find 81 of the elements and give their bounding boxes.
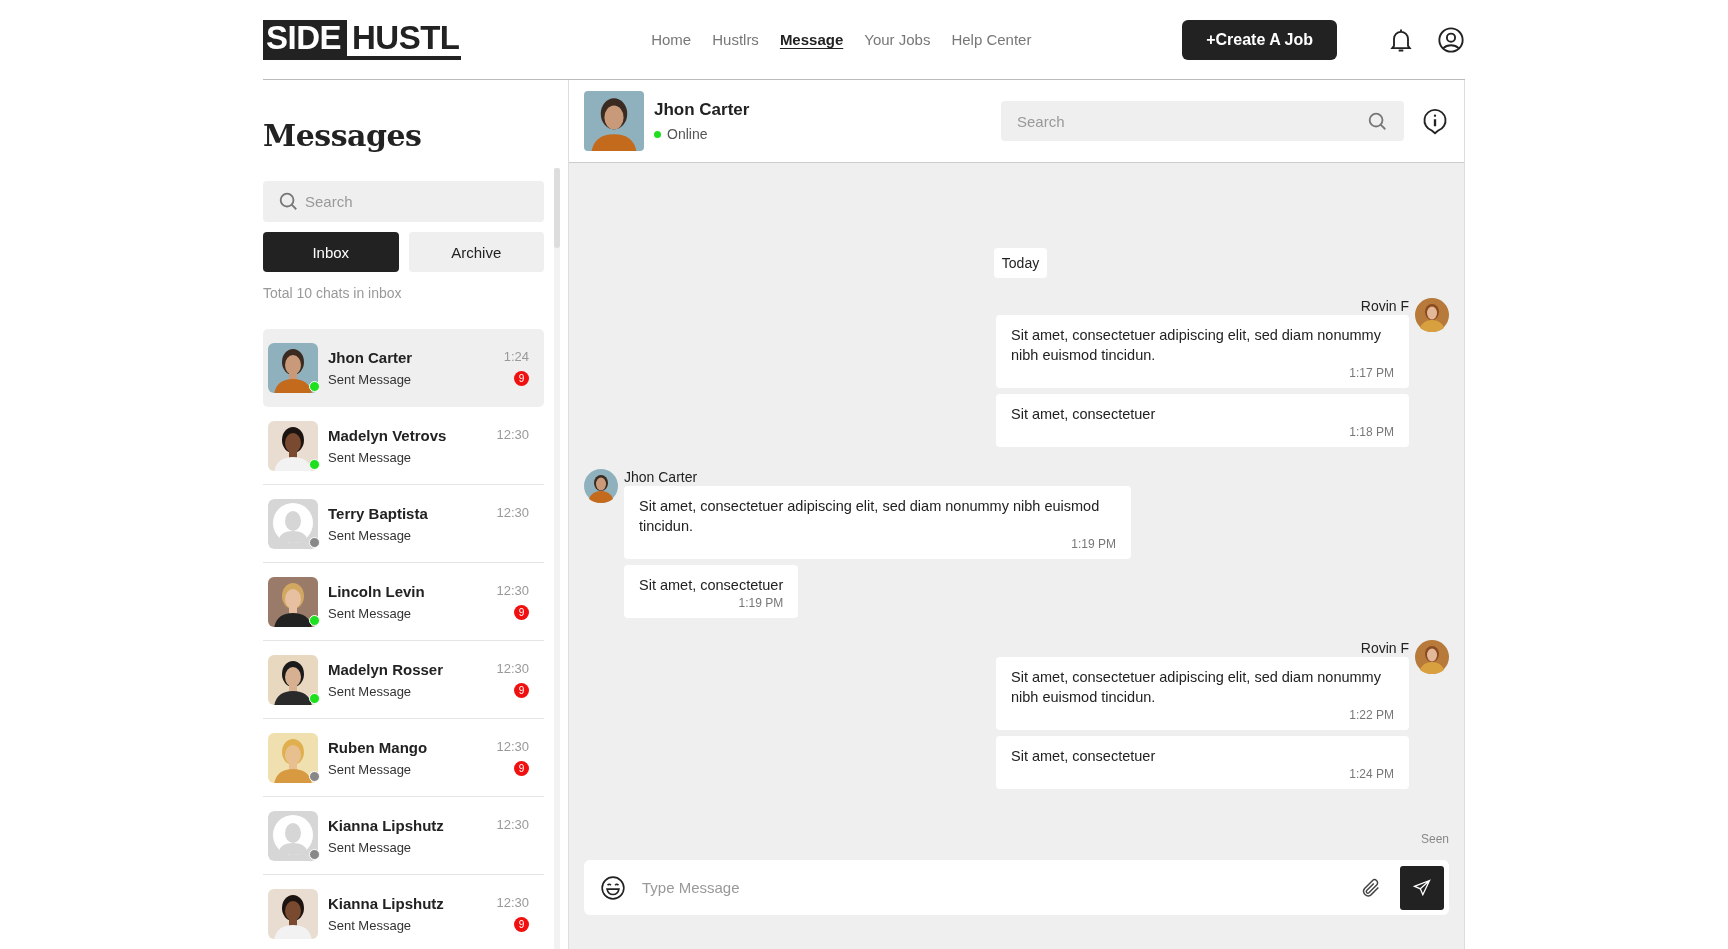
contact-name: Jhon Carter (328, 348, 414, 366)
page-title: Messages (263, 118, 423, 153)
date-label: Today (993, 248, 1048, 278)
message-preview: Sent Message (328, 761, 413, 777)
chat-item[interactable]: Madelyn Rosser Sent Message 12:30 9 (263, 641, 544, 719)
unread-badge: 9 (514, 605, 529, 620)
send-button[interactable] (1400, 865, 1444, 910)
scrollbar[interactable] (554, 168, 560, 949)
info-icon[interactable] (1421, 107, 1449, 135)
message-time: 1:19 PM (738, 595, 784, 611)
nav-link[interactable]: Home (651, 31, 692, 48)
create-job-button[interactable]: +Create A Job (1182, 19, 1337, 60)
message-preview: Sent Message (328, 449, 413, 465)
unread-badge: 9 (514, 371, 529, 386)
message-time: 12:30 (496, 427, 529, 442)
message-text: Sit amet, consectetuer (1011, 747, 1157, 766)
search-field[interactable]: Search (1001, 101, 1404, 141)
nav-link[interactable]: Your Jobs (864, 31, 931, 48)
chat-item[interactable]: Jhon Carter Sent Message 1:24 9 (263, 329, 544, 407)
message-preview: Sent Message (328, 605, 413, 621)
chat-item[interactable]: Ruben Mango Sent Message 12:30 9 (263, 719, 544, 797)
contact-name: Ruben Mango (328, 738, 429, 756)
avatar-placeholder-icon (268, 498, 318, 549)
message-preview: Sent Message (328, 527, 413, 543)
chat-item[interactable]: Kianna Lipshutz Sent Message 12:30 9 (263, 875, 544, 949)
chat-item[interactable]: Lincoln Levin Sent Message 12:30 9 (263, 563, 544, 641)
tab[interactable]: Archive (408, 232, 544, 272)
seen-label: Seen (1420, 832, 1449, 846)
message-text: Sit amet, consectetuer adipiscing elit, sed diam nonummy nibh euismod tincidun. (639, 497, 1101, 536)
message-time: 1:24 PM (1349, 766, 1394, 782)
message-time: 12:30 (496, 817, 529, 832)
message-time: 12:30 (496, 661, 529, 676)
message-text: Sit amet, consectetuer adipiscing elit, sed diam nonummy nibh euismod tincidun. (1011, 326, 1382, 365)
status-text: Online (667, 126, 708, 142)
contact-name: Jhon Carter (654, 100, 751, 120)
message-text: Sit amet, consectetuer adipiscing elit, sed diam nonummy nibh euismod tincidun. (1011, 668, 1382, 707)
user-icon[interactable] (1437, 25, 1465, 54)
chat-count: Total 10 chats in inbox (263, 285, 403, 301)
message-preview: Sent Message (328, 371, 413, 387)
message-time: 12:30 (496, 739, 529, 754)
tab[interactable]: Inbox (263, 232, 399, 272)
contact-name: Madelyn Vetrovs (328, 426, 448, 444)
message-time: 12:30 (496, 895, 529, 910)
message-composer[interactable]: Type Message (584, 860, 1449, 915)
contact-name: Kianna Lipshutz (328, 816, 445, 834)
send-icon (1412, 877, 1432, 898)
nav-link[interactable]: Hustlrs (712, 31, 759, 48)
message-time: 12:30 (496, 583, 529, 598)
contact-name: Lincoln Levin (328, 582, 426, 600)
message-preview: Sent Message (328, 683, 413, 699)
sender-name: Jhon Carter (624, 469, 698, 485)
message-text: Sit amet, consectetuer (1011, 405, 1157, 424)
search-icon[interactable] (1366, 110, 1388, 132)
contact-name: Kianna Lipshutz (328, 894, 445, 912)
logo[interactable]: SIDE HUSTL (263, 19, 461, 60)
message-time: 1:19 PM (1071, 536, 1116, 552)
unread-badge: 9 (514, 761, 529, 776)
unread-badge: 9 (514, 683, 529, 698)
message-preview: Sent Message (328, 917, 413, 933)
chat-item[interactable]: Terry Baptista Sent Message 12:30 (263, 485, 544, 563)
message-time: 1:18 PM (1349, 424, 1394, 440)
nav-link[interactable]: Message (779, 31, 844, 48)
emoji-icon[interactable] (600, 874, 626, 901)
message-time: 12:30 (496, 505, 529, 520)
nav-link[interactable]: Help Center (951, 31, 1032, 48)
message-time: 1:24 (503, 349, 529, 364)
sender-name: Rovin F (1360, 298, 1409, 314)
message-text: Sit amet, consectetuer (639, 576, 784, 595)
search-field[interactable]: Search (263, 181, 544, 222)
contact-name: Terry Baptista (328, 504, 429, 522)
message-input[interactable]: Type Message (640, 878, 1360, 897)
chat-item[interactable]: Kianna Lipshutz Sent Message 12:30 (263, 797, 544, 875)
avatar-placeholder-icon (268, 810, 318, 861)
sender-name: Rovin F (1360, 640, 1409, 656)
chat-item[interactable]: Madelyn Vetrovs Sent Message 12:30 (263, 407, 544, 485)
message-preview: Sent Message (328, 839, 413, 855)
search-icon (277, 190, 299, 212)
unread-badge: 9 (514, 917, 529, 932)
message-time: 1:17 PM (1349, 365, 1394, 381)
contact-name: Madelyn Rosser (328, 660, 445, 678)
message-time: 1:22 PM (1349, 707, 1394, 723)
